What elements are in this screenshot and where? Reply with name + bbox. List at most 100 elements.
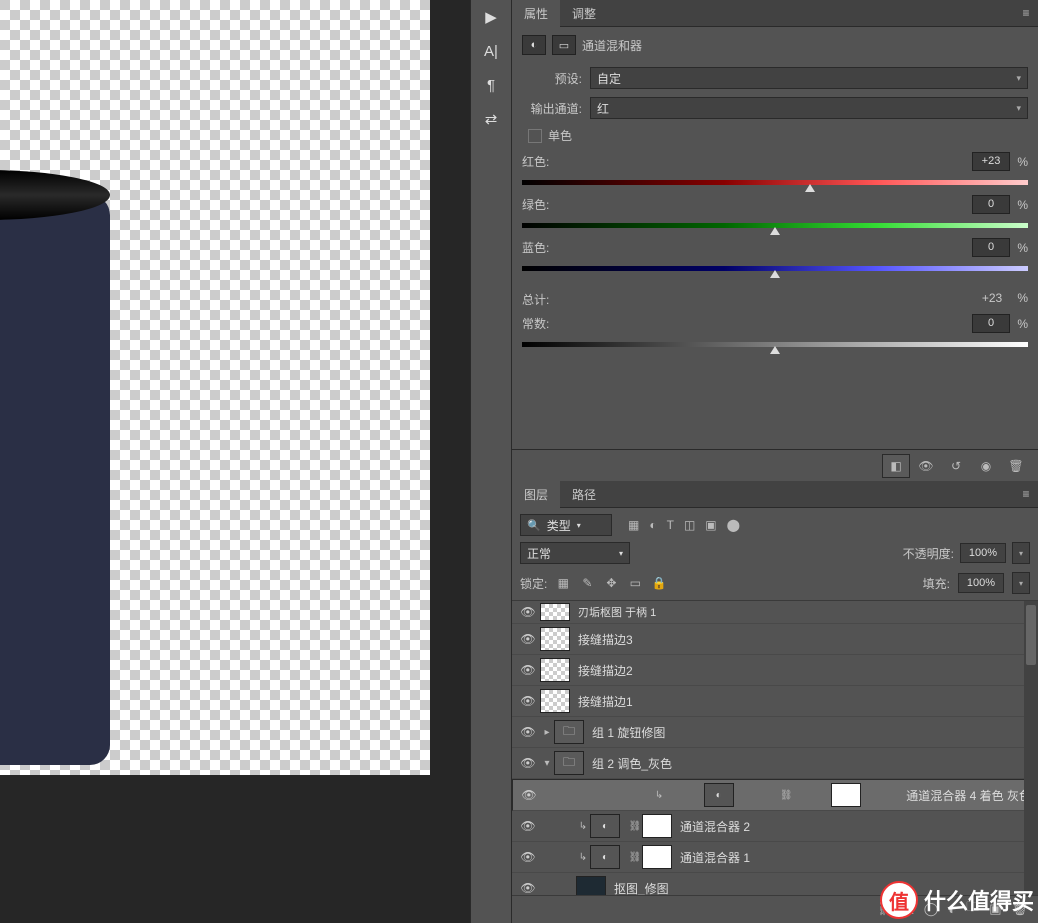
green-slider[interactable] <box>522 220 1028 232</box>
output-channel-select[interactable]: 红▾ <box>590 97 1028 119</box>
fill-input[interactable]: 100% <box>958 573 1004 593</box>
lock-artboard-icon[interactable]: ▭ <box>627 576 643 590</box>
layer-item-adjustment[interactable]: 👁 ↳ ◐ ⛓ 通道混合器 2 <box>512 811 1038 842</box>
red-label: 红色: <box>522 153 972 170</box>
preset-select[interactable]: 自定▾ <box>590 67 1028 89</box>
group-caret-closed[interactable]: ▸ <box>540 727 554 738</box>
filter-toggle-icon[interactable]: ⬤ <box>727 518 740 532</box>
tab-adjustments[interactable]: 调整 <box>560 0 608 27</box>
visibility-toggle[interactable]: 👁 <box>516 605 540 619</box>
layer-filter-select[interactable]: 🔍 类型 ▾ <box>520 514 612 536</box>
lock-transparency-icon[interactable]: ▦ <box>555 576 571 590</box>
monochrome-checkbox[interactable] <box>528 129 542 143</box>
tab-layers[interactable]: 图层 <box>512 481 560 508</box>
adjustment-icon: ◐ <box>704 783 734 807</box>
mask-add-icon[interactable]: ◯ <box>924 901 939 917</box>
layers-menu-icon[interactable]: ≡ <box>1014 487 1038 501</box>
red-input[interactable]: +23 <box>972 152 1010 171</box>
layer-item[interactable]: 👁 接缝描边3 <box>512 624 1038 655</box>
layer-group[interactable]: 👁 ▾ 🗀 组 2 调色_灰色 <box>512 748 1038 779</box>
constant-input[interactable]: 0 <box>972 314 1010 333</box>
mask-thumb[interactable] <box>642 845 672 869</box>
filter-shape-icon[interactable]: ◫ <box>684 518 695 532</box>
layer-thumb <box>540 603 570 621</box>
blue-input[interactable]: 0 <box>972 238 1010 257</box>
character-icon[interactable]: A| <box>482 42 500 60</box>
visibility-toggle[interactable]: 👁 <box>516 725 540 739</box>
blue-slider[interactable] <box>522 263 1028 275</box>
link-icon[interactable]: ⛓ <box>628 852 642 863</box>
clip-to-layer-icon[interactable]: ◧ <box>882 454 910 478</box>
filter-type-icon[interactable]: T <box>667 518 674 532</box>
panel-menu-icon[interactable]: ≡ <box>1014 6 1038 20</box>
layer-item-adjustment[interactable]: 👁 ↳ ◐ ⛓ 通道混合器 4 着色 灰色 <box>512 779 1038 811</box>
mask-thumb[interactable] <box>642 814 672 838</box>
layer-item-adjustment[interactable]: 👁 ↳ ◐ ⛓ 通道混合器 1 <box>512 842 1038 873</box>
filter-adjust-icon[interactable]: ◐ <box>649 518 656 532</box>
properties-title: 通道混和器 <box>582 37 642 54</box>
layer-item[interactable]: 👁 抠图_修图 <box>512 873 1038 894</box>
opacity-label: 不透明度: <box>903 545 954 562</box>
fill-label: 填充: <box>923 575 950 592</box>
layers-body: 🔍 类型 ▾ ▦ ◐ T ◫ ▣ ⬤ 正常▾ 不透明度: <box>512 508 1038 600</box>
blend-mode-select[interactable]: 正常▾ <box>520 542 630 564</box>
lock-position-icon[interactable]: ✥ <box>603 576 619 590</box>
layer-item[interactable]: 👁 刃垢枢图 于柄 1 <box>512 601 1038 624</box>
blue-label: 蓝色: <box>522 239 972 256</box>
visibility-toggle[interactable]: 👁 <box>516 632 540 646</box>
total-label: 总计: <box>522 291 974 308</box>
filter-smart-icon[interactable]: ▣ <box>705 518 716 532</box>
constant-slider[interactable] <box>522 339 1028 351</box>
visibility-toggle[interactable]: 👁 <box>516 850 540 864</box>
visibility-toggle[interactable]: 👁 <box>516 663 540 677</box>
layers-scrollbar[interactable] <box>1024 601 1038 894</box>
clip-indicator-icon: ↳ <box>652 790 666 801</box>
link-icon[interactable]: ⛓ <box>779 790 793 801</box>
toggle-visibility-icon[interactable]: ◉ <box>972 454 1000 478</box>
visibility-toggle[interactable]: 👁 <box>516 881 540 894</box>
swatches-icon[interactable]: ⇄ <box>482 110 500 128</box>
paragraph-icon[interactable]: ¶ <box>482 76 500 94</box>
visibility-toggle[interactable]: 👁 <box>516 694 540 708</box>
layer-list[interactable]: 👁 刃垢枢图 于柄 1 👁 接缝描边3 👁 接缝描边2 👁 接缝描边1 👁 <box>512 600 1038 894</box>
opacity-input[interactable]: 100% <box>960 543 1006 563</box>
delete-layer-icon[interactable]: 🗑 <box>1011 901 1028 917</box>
green-input[interactable]: 0 <box>972 195 1010 214</box>
visibility-toggle[interactable]: 👁 <box>516 819 540 833</box>
visibility-toggle[interactable]: 👁 <box>517 788 541 802</box>
fill-flyout[interactable]: ▾ <box>1012 572 1030 594</box>
adjustment-icon: ◐ <box>590 814 620 838</box>
layers-footer: ⛓ fx ◯ ◐ 🗀 ▣ 🗑 <box>512 895 1038 923</box>
preset-label: 预设: <box>522 70 590 87</box>
reset-icon[interactable]: ↺ <box>942 454 970 478</box>
link-icon[interactable]: ⛓ <box>628 821 642 832</box>
link-layers-icon[interactable]: ⛓ <box>877 901 894 917</box>
monochrome-label: 单色 <box>548 127 572 144</box>
layer-group[interactable]: 👁 ▸ 🗀 组 1 旋钮修图 <box>512 717 1038 748</box>
canvas[interactable] <box>0 0 430 775</box>
view-previous-icon[interactable]: 👁 <box>912 454 940 478</box>
group-caret-open[interactable]: ▾ <box>540 758 554 769</box>
canvas-area[interactable] <box>0 0 470 923</box>
opacity-flyout[interactable]: ▾ <box>1012 542 1030 564</box>
scrollbar-thumb[interactable] <box>1026 605 1036 665</box>
tab-properties[interactable]: 属性 <box>512 0 560 27</box>
mask-icon[interactable]: ▭ <box>552 35 576 55</box>
trash-icon[interactable]: 🗑 <box>1002 454 1030 478</box>
lock-all-icon[interactable]: 🔒 <box>651 576 667 590</box>
group-add-icon[interactable]: 🗀 <box>966 898 979 920</box>
layer-item[interactable]: 👁 接缝描边1 <box>512 686 1038 717</box>
channel-mixer-icon: ◐ <box>522 35 546 55</box>
clip-indicator-icon: ↳ <box>576 821 590 832</box>
new-layer-icon[interactable]: ▣ <box>989 901 1001 917</box>
tab-paths[interactable]: 路径 <box>560 481 608 508</box>
play-icon[interactable]: ▶ <box>482 8 500 26</box>
red-slider[interactable] <box>522 177 1028 189</box>
fx-icon[interactable]: fx <box>904 902 914 917</box>
lock-pixels-icon[interactable]: ✎ <box>579 576 595 590</box>
filter-pixel-icon[interactable]: ▦ <box>628 518 639 532</box>
adjustment-add-icon[interactable]: ◐ <box>948 902 956 917</box>
layer-item[interactable]: 👁 接缝描边2 <box>512 655 1038 686</box>
visibility-toggle[interactable]: 👁 <box>516 756 540 770</box>
mask-thumb[interactable] <box>831 783 861 807</box>
